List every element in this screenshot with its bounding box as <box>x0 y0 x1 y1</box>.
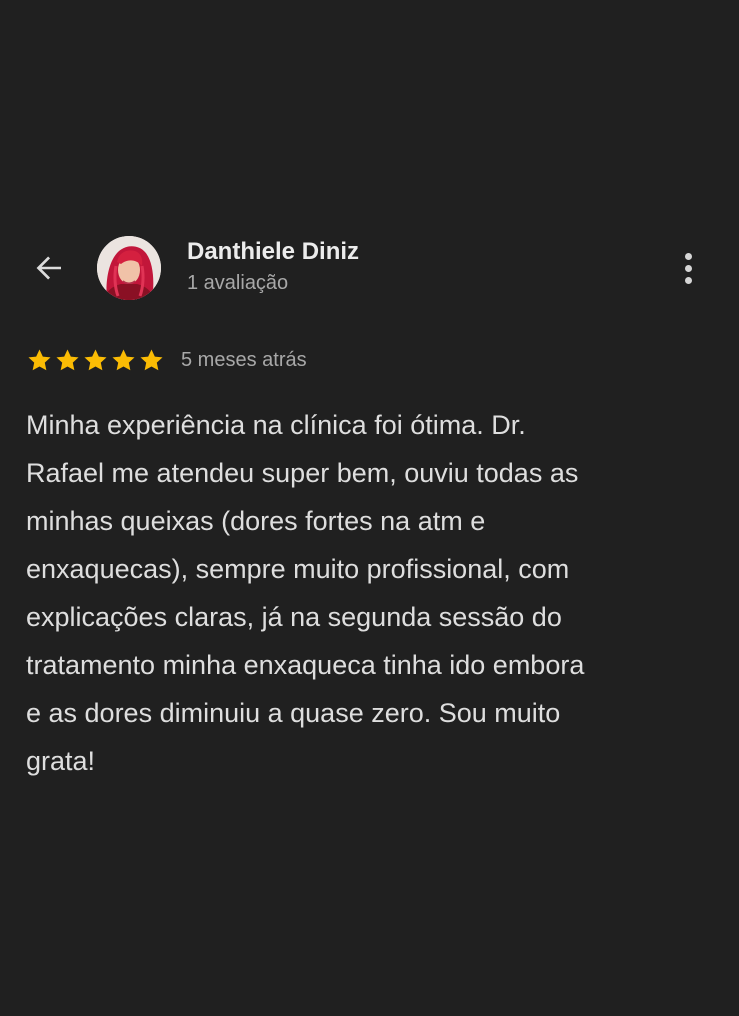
more-vertical-icon <box>684 252 692 260</box>
review-text-line: grata! <box>26 746 96 776</box>
star-icon <box>84 349 107 371</box>
reviewer-reviews-count: 1 avaliação <box>187 272 289 294</box>
review-text-line: minhas queixas (dores fortes na atm e <box>26 506 486 536</box>
star-icon <box>112 349 135 371</box>
more-options-button[interactable] <box>668 246 708 290</box>
review-text-line: Minha experiência na clínica foi ótima. … <box>26 410 526 440</box>
review-text-line: explicações claras, já na segunda sessão… <box>26 602 562 632</box>
review-text-line: e as dores diminuiu a quase zero. Sou mu… <box>26 698 561 728</box>
star-rating <box>26 347 165 374</box>
review-text-line: enxaquecas), sempre muito profissional, … <box>26 554 570 584</box>
user-avatar-photo <box>97 236 161 300</box>
avatar[interactable] <box>97 236 161 300</box>
reviewer-name[interactable]: Danthiele Diniz <box>187 238 359 266</box>
arrow-left-icon <box>36 256 61 280</box>
rating-row: 5 meses atrás <box>26 347 307 374</box>
review-text: Minha experiência na clínica foi ótima. … <box>26 401 716 785</box>
star-icon <box>56 349 79 371</box>
review-text-line: Rafael me atendeu super bem, ouviu todas… <box>26 458 579 488</box>
review-text-line: tratamento minha enxaqueca tinha ido emb… <box>26 650 585 680</box>
star-icon <box>140 349 163 371</box>
review-date: 5 meses atrás <box>181 349 307 371</box>
back-button[interactable] <box>26 245 72 291</box>
star-icon <box>28 349 51 371</box>
